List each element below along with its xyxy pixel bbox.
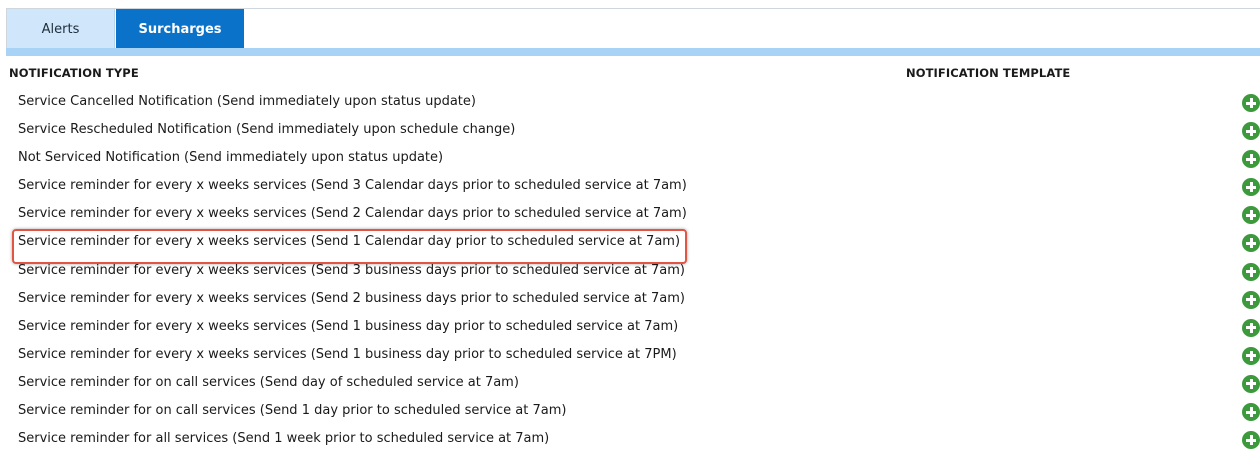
table-row: Service reminder for every x weeks servi…: [0, 343, 1260, 371]
add-icon[interactable]: [1242, 403, 1260, 422]
notification-type-label: Service reminder for every x weeks servi…: [18, 346, 677, 362]
table-row: Service reminder for every x weeks servi…: [0, 287, 1260, 315]
tab-strip: [6, 48, 1260, 56]
add-icon[interactable]: [1242, 290, 1260, 309]
notification-type-label: Service reminder for every x weeks servi…: [18, 178, 687, 194]
add-icon[interactable]: [1242, 318, 1260, 337]
tab-surcharges[interactable]: Surcharges: [116, 9, 244, 49]
table-row-highlighted: Service reminder for every x weeks servi…: [0, 230, 1260, 258]
notification-type-label: Service reminder for every x weeks servi…: [18, 234, 681, 250]
notification-type-label: Service Rescheduled Notification (Send i…: [18, 122, 516, 138]
column-header-notification-template: NOTIFICATION TEMPLATE: [906, 66, 1071, 80]
add-icon[interactable]: [1242, 206, 1260, 225]
notification-type-label: Service reminder for on call services (S…: [18, 374, 519, 390]
notification-list: Service Cancelled Notification (Send imm…: [0, 90, 1260, 455]
notification-type-label: Service reminder for on call services (S…: [18, 403, 567, 419]
table-row: Service reminder for all services (Send …: [0, 427, 1260, 455]
notification-type-label: Service reminder for every x weeks servi…: [18, 206, 687, 222]
notification-type-label: Not Serviced Notification (Send immediat…: [18, 150, 444, 166]
add-icon[interactable]: [1242, 178, 1260, 197]
add-icon[interactable]: [1242, 262, 1260, 281]
table-row: Not Serviced Notification (Send immediat…: [0, 146, 1260, 174]
table-row: Service Rescheduled Notification (Send i…: [0, 118, 1260, 146]
add-icon[interactable]: [1242, 234, 1260, 253]
table-row: Service reminder for on call services (S…: [0, 399, 1260, 427]
column-header-notification-type: NOTIFICATION TYPE: [9, 66, 139, 80]
table-header: NOTIFICATION TYPE NOTIFICATION TEMPLATE: [9, 66, 1254, 82]
notification-type-label: Service reminder for every x weeks servi…: [18, 262, 685, 278]
table-row: Service reminder for every x weeks servi…: [0, 202, 1260, 230]
table-row: Service Cancelled Notification (Send imm…: [0, 90, 1260, 118]
table-row: Service reminder for every x weeks servi…: [0, 315, 1260, 343]
table-row: Service reminder for on call services (S…: [0, 371, 1260, 399]
tab-alerts[interactable]: Alerts: [7, 9, 115, 49]
table-row: Service reminder for every x weeks servi…: [0, 259, 1260, 287]
notification-type-label: Service Cancelled Notification (Send imm…: [18, 94, 476, 109]
notification-type-label: Service reminder for every x weeks servi…: [18, 290, 685, 306]
add-icon[interactable]: [1242, 122, 1260, 141]
notification-type-label: Service reminder for all services (Send …: [18, 431, 550, 447]
add-icon[interactable]: [1242, 94, 1260, 112]
add-icon[interactable]: [1242, 431, 1260, 450]
notification-type-label: Service reminder for every x weeks servi…: [18, 318, 679, 334]
add-icon[interactable]: [1242, 346, 1260, 365]
add-icon[interactable]: [1242, 150, 1260, 169]
notifications-panel: Alerts Surcharges NOTIFICATION TYPE NOTI…: [0, 0, 1260, 459]
table-row: Service reminder for every x weeks servi…: [0, 174, 1260, 202]
tab-bar: Alerts Surcharges: [6, 8, 1260, 49]
add-icon[interactable]: [1242, 374, 1260, 393]
